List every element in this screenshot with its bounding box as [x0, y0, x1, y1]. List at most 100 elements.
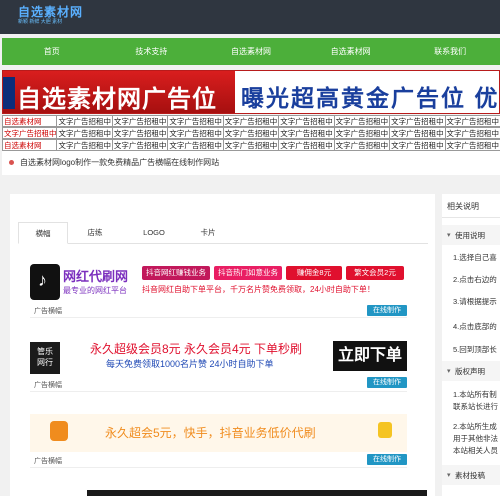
ad-grid-cell[interactable]: 文字广告招租中 [444, 115, 500, 127]
nav-item-contact[interactable]: 联系我们 [400, 38, 500, 65]
order-now-button: 立即下单 [333, 341, 407, 371]
tiktok-icon: ♪ [30, 264, 60, 300]
sidebar-row: 4.点击底部的 [453, 322, 497, 331]
nav-item-tech-support[interactable]: 技术支持 [102, 38, 202, 65]
ad-tag: 抖音网红赚钱业务 [142, 266, 210, 280]
ad-tag: 抖音热门如意业务 [214, 266, 282, 280]
ad-preview[interactable]: ♪ 网红代刷网 最专业的网红平台 抖音网红赚钱业务 抖音热门如意业务 赚佣金8元… [30, 264, 407, 302]
banner-left-panel: 自选素材网广告位 [3, 71, 235, 113]
ad-grid-cell[interactable]: 文字广告招租中 [333, 127, 391, 139]
sidebar-row: 用于其他非法 [453, 434, 498, 443]
ad-grid-cell[interactable]: 文字广告招租中 [222, 139, 280, 151]
card-label: 广告横幅 [34, 458, 62, 465]
nav-item-site-2[interactable]: 自选素材网 [301, 38, 401, 65]
ad-grid-cell[interactable]: 文字广告招租中 [56, 115, 113, 127]
notice-dot-icon [9, 160, 14, 165]
sidebar-title: 相关说明 [447, 202, 479, 211]
ad-grid-cell[interactable]: 文字广告招租中 [167, 139, 224, 151]
ad-grid-cell[interactable]: 文字广告招租中 [2, 127, 58, 139]
ad-grid-cell[interactable]: 文字广告招租中 [56, 127, 113, 139]
logo-title: 自选素材网 [18, 5, 84, 19]
banner-stripe [3, 77, 15, 109]
sidebar-section-usage[interactable]: ▾ 使用说明 [442, 225, 500, 245]
ad-grid-cell[interactable]: 文字广告招租中 [444, 139, 500, 151]
make-online-button[interactable]: 在线制作 [367, 454, 407, 465]
notice-bar: 自选素材网logo制作一款免费精品广告横幅在线制作网站 [2, 151, 500, 175]
ad-grid-cell[interactable]: 文字广告招租中 [389, 139, 446, 151]
tab-card[interactable]: 卡片 [182, 222, 234, 244]
sidebar-row: 联系站长进行 [453, 402, 498, 411]
category-tabs: 横幅 店练 LOGO 卡片 [18, 222, 428, 244]
ad-line-1: 永久超级会员8元 永久会员4元 下单秒刷 [90, 342, 303, 356]
nav-item-home[interactable]: 首页 [2, 38, 102, 65]
ad-grid-cell[interactable]: 文字广告招租中 [56, 139, 113, 151]
card-divider [30, 317, 407, 318]
tab-logo[interactable]: LOGO [126, 222, 182, 244]
sidebar: 相关说明 ▾ 使用说明 1.选择自己喜 2.点击右边的 3.请根据提示 4.点击… [442, 194, 500, 496]
ad-grid-cell[interactable]: 自选素材网 [2, 139, 58, 151]
text-ad-grid: 自选素材网 文字广告招租中 文字广告招租中 文字广告招租中 文字广告招租中 文字… [2, 115, 500, 151]
make-online-button[interactable]: 在线制作 [367, 305, 407, 316]
next-ad-preview [87, 490, 427, 496]
template-card: 永久超会5元，快手，抖音业务低价代刷 广告横幅 在线制作 [30, 414, 422, 468]
top-header-bar: 自选素材网 新颖 新鲜 大胆 素材 [0, 0, 500, 34]
ad-grid-row: 自选素材网 文字广告招租中 文字广告招租中 文字广告招租中 文字广告招租中 文字… [2, 115, 500, 127]
ad-grid-cell[interactable]: 文字广告招租中 [389, 127, 446, 139]
tab-store[interactable]: 店练 [70, 222, 120, 244]
ad-grid-cell[interactable]: 文字广告招租中 [111, 127, 169, 139]
ad-box-logo: 管乐 网行 [30, 342, 60, 374]
sidebar-row: 5.回到顶部长 [453, 345, 497, 354]
ad-grid-cell[interactable]: 文字广告招租中 [278, 115, 335, 127]
ad-grid-cell[interactable]: 文字广告招租中 [167, 115, 224, 127]
ad-banner[interactable]: 自选素材网广告位 曝光超高黄金广告位 优 [2, 70, 500, 114]
ad-slogan: 抖音网红自助下单平台，千万名片赞免费领取，24小时自助下单！ [142, 285, 375, 294]
banner-right-text: 曝光超高黄金广告位 优 [241, 85, 500, 111]
sidebar-row: 2.本站所生成 [453, 422, 497, 431]
ad-tag: 繁文会员2元 [346, 266, 404, 280]
tab-banner[interactable]: 横幅 [18, 222, 68, 244]
mascot-icon [50, 421, 68, 441]
main-content-panel: 横幅 店练 LOGO 卡片 ♪ 网红代刷网 最专业的网红平台 抖音网红赚钱业务 … [10, 194, 435, 496]
ad-grid-cell[interactable]: 文字广告招租中 [111, 139, 169, 151]
ad-grid-row: 文字广告招租中 文字广告招租中 文字广告招租中 文字广告招租中 文字广告招租中 … [2, 127, 500, 139]
chevron-down-icon: ▾ [447, 232, 451, 239]
ad-subtitle: 最专业的网红平台 [63, 286, 127, 295]
make-online-button[interactable]: 在线制作 [367, 377, 407, 388]
notice-text[interactable]: 自选素材网logo制作一款免费精品广告横幅在线制作网站 [20, 157, 219, 168]
sidebar-divider [442, 217, 500, 218]
ad-grid-cell[interactable]: 文字广告招租中 [389, 115, 446, 127]
ad-grid-cell[interactable]: 文字广告招租中 [444, 127, 500, 139]
card-label: 广告横幅 [34, 308, 62, 315]
sidebar-row: 1.本站所有制 [453, 390, 497, 399]
thumbs-up-icon [378, 422, 392, 438]
ad-grid-cell[interactable]: 文字广告招租中 [167, 127, 224, 139]
main-nav: 首页 技术支持 自选素材网 自选素材网 联系我们 [2, 38, 500, 65]
ad-text: 永久超会5元，快手，抖音业务低价代刷 [105, 426, 316, 440]
ad-grid-cell[interactable]: 文字广告招租中 [333, 115, 391, 127]
sidebar-section-submit[interactable]: ▾ 素材投稿 [442, 465, 500, 485]
ad-preview[interactable]: 永久超会5元，快手，抖音业务低价代刷 [30, 414, 407, 452]
site-logo[interactable]: 自选素材网 新颖 新鲜 大胆 素材 [18, 5, 88, 29]
ad-grid-cell[interactable]: 自选素材网 [2, 115, 58, 127]
sidebar-row: 3.请根据提示 [453, 297, 497, 306]
ad-grid-cell[interactable]: 文字广告招租中 [111, 115, 169, 127]
ad-grid-cell[interactable]: 文字广告招租中 [333, 139, 391, 151]
ad-grid-cell[interactable]: 文字广告招租中 [222, 127, 280, 139]
sidebar-section-copyright[interactable]: ▾ 版权声明 [442, 361, 500, 381]
ad-brand: 网红代刷网 [63, 269, 129, 284]
banner-left-text: 自选素材网广告位 [17, 86, 217, 113]
nav-item-site-1[interactable]: 自选素材网 [201, 38, 301, 65]
ad-line-2: 每天免费领取1000名片赞 24小时自助下单 [106, 359, 274, 369]
chevron-down-icon: ▾ [447, 368, 451, 375]
ad-grid-cell[interactable]: 文字广告招租中 [278, 127, 335, 139]
ad-grid-cell[interactable]: 文字广告招租中 [222, 115, 280, 127]
ad-tag: 赚佣金8元 [286, 266, 342, 280]
ad-grid-cell[interactable]: 文字广告招租中 [278, 139, 335, 151]
sidebar-row: 1.选择自己喜 [453, 253, 497, 262]
card-label: 广告横幅 [34, 382, 62, 389]
ad-grid-row: 自选素材网 文字广告招租中 文字广告招租中 文字广告招租中 文字广告招租中 文字… [2, 139, 500, 151]
ad-preview[interactable]: 管乐 网行 永久超级会员8元 永久会员4元 下单秒刷 每天免费领取1000名片赞… [30, 340, 407, 378]
logo-subtitle: 新颖 新鲜 大胆 素材 [18, 19, 63, 25]
template-card: ♪ 网红代刷网 最专业的网红平台 抖音网红赚钱业务 抖音热门如意业务 赚佣金8元… [30, 264, 422, 318]
card-divider [30, 391, 407, 392]
